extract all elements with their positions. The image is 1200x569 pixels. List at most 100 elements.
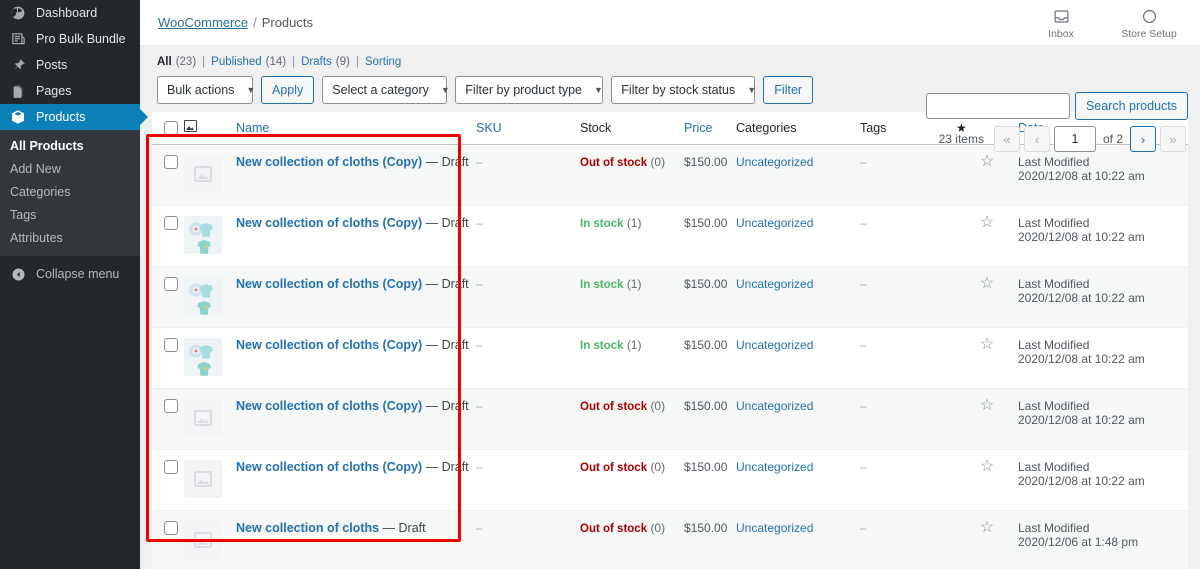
row-thumbnail-cell [184, 449, 236, 511]
featured-star-icon[interactable]: ☆ [980, 153, 994, 170]
row-featured-cell: ☆ [956, 510, 1018, 569]
bulk-actions-select[interactable]: Bulk actions ▼ [157, 76, 255, 104]
header-sku[interactable]: SKU [476, 112, 580, 145]
product-name-link[interactable]: New collection of cloths (Copy) — Draft [236, 155, 469, 169]
inbox-button[interactable]: Inbox [1032, 5, 1090, 40]
search-input[interactable] [925, 93, 1070, 119]
submenu-item-add-new[interactable]: Add New [0, 158, 140, 181]
row-checkbox[interactable] [164, 399, 178, 413]
table-row[interactable]: New collection of cloths (Copy) — Draft –… [152, 449, 1188, 511]
featured-star-icon[interactable]: ☆ [980, 458, 994, 475]
featured-star-icon[interactable]: ☆ [980, 519, 994, 536]
status-filter-published[interactable]: Published [211, 56, 262, 68]
product-name-link[interactable]: New collection of cloths (Copy) — Draft [236, 460, 469, 474]
row-featured-cell: ☆ [956, 205, 1018, 267]
product-status-label: — Draft [425, 277, 469, 291]
breadcrumb-link-woocommerce[interactable]: WooCommerce [158, 15, 248, 30]
search-products-button[interactable]: Search products [1074, 92, 1188, 120]
sidebar-item-dashboard[interactable]: Dashboard [0, 0, 140, 26]
tags-value: – [860, 521, 867, 535]
search-products-label: Search products [1085, 99, 1177, 113]
collapse-menu-button[interactable]: Collapse menu [0, 256, 140, 292]
stock-count: (0) [650, 155, 666, 169]
sidebar-item-posts[interactable]: Posts [0, 52, 140, 78]
row-checkbox[interactable] [164, 216, 178, 230]
status-separator: | [292, 56, 296, 68]
row-categories-cell: Uncategorized [736, 144, 860, 206]
row-checkbox[interactable] [164, 155, 178, 169]
sidebar-item-products[interactable]: Products [0, 104, 140, 130]
category-link[interactable]: Uncategorized [736, 338, 813, 352]
category-link[interactable]: Uncategorized [736, 155, 813, 169]
prev-page-button[interactable]: ‹ [1023, 126, 1050, 152]
row-thumbnail-cell [184, 327, 236, 389]
row-tags-cell: – [860, 388, 956, 450]
tags-value: – [860, 216, 867, 230]
product-name-link[interactable]: New collection of cloths (Copy) — Draft [236, 399, 469, 413]
submenu-item-all-products[interactable]: All Products [0, 135, 140, 158]
product-name-link[interactable]: New collection of cloths — Draft [236, 521, 426, 535]
first-page-button[interactable]: « [993, 126, 1020, 152]
row-checkbox[interactable] [164, 338, 178, 352]
last-page-button[interactable]: » [1160, 126, 1186, 152]
store-setup-button[interactable]: Store Setup [1120, 5, 1178, 40]
product-thumbnail-placeholder [184, 460, 222, 498]
sku-value: – [476, 521, 483, 535]
status-filter-drafts[interactable]: Drafts [301, 56, 332, 68]
row-thumbnail-cell [184, 510, 236, 569]
header-name[interactable]: Name [236, 112, 476, 145]
submenu-item-tags[interactable]: Tags [0, 204, 140, 227]
product-status-label: — Draft [425, 399, 469, 413]
sorting-link[interactable]: Sorting [365, 56, 401, 68]
store-setup-circle-icon [1141, 7, 1158, 26]
category-link[interactable]: Uncategorized [736, 277, 813, 291]
apply-button[interactable]: Apply [261, 76, 315, 104]
pages-icon [9, 82, 27, 100]
featured-star-icon[interactable]: ☆ [980, 214, 994, 231]
table-row[interactable]: New collection of cloths (Copy) — Draft –… [152, 327, 1188, 389]
sidebar-item-pages[interactable]: Pages [0, 78, 140, 104]
select-all-checkbox[interactable] [164, 120, 178, 135]
featured-star-icon[interactable]: ☆ [980, 275, 994, 292]
date-label: Last Modified [1018, 399, 1090, 413]
product-name-link[interactable]: New collection of cloths (Copy) — Draft [236, 338, 469, 352]
category-link[interactable]: Uncategorized [736, 460, 813, 474]
next-page-button[interactable]: › [1130, 126, 1156, 152]
sidebar-item-label: Pro Bulk Bundle [36, 32, 126, 46]
submenu-item-attributes[interactable]: Attributes [0, 227, 140, 250]
row-featured-cell: ☆ [956, 266, 1018, 328]
table-row[interactable]: New collection of cloths (Copy) — Draft –… [152, 266, 1188, 328]
product-name-link[interactable]: New collection of cloths (Copy) — Draft [236, 277, 469, 291]
product-name-link[interactable]: New collection of cloths (Copy) — Draft [236, 216, 469, 230]
featured-star-icon[interactable]: ☆ [980, 336, 994, 353]
stock-status-select[interactable]: Filter by stock status ▼ [611, 76, 756, 104]
row-sku-cell: – [476, 327, 580, 389]
header-price[interactable]: Price [684, 112, 736, 145]
thumbnail-header [184, 112, 236, 145]
products-table: Name SKU Stock Price Categories Tags ★ D… [152, 112, 1188, 569]
table-row[interactable]: New collection of cloths (Copy) — Draft –… [152, 144, 1188, 206]
row-checkbox[interactable] [164, 277, 178, 291]
submenu-item-categories[interactable]: Categories [0, 181, 140, 204]
category-link[interactable]: Uncategorized [736, 399, 813, 413]
table-row[interactable]: New collection of cloths (Copy) — Draft –… [152, 388, 1188, 450]
row-select-cell [152, 327, 184, 389]
row-checkbox[interactable] [164, 521, 178, 535]
category-select[interactable]: Select a category ▼ [322, 76, 450, 104]
row-tags-cell: – [860, 266, 956, 328]
featured-star-icon[interactable]: ☆ [980, 397, 994, 414]
row-checkbox[interactable] [164, 460, 178, 474]
header-categories: Categories [736, 112, 860, 145]
status-filter-all[interactable]: All [157, 56, 172, 68]
current-page-input[interactable]: 1 [1053, 126, 1096, 152]
category-link[interactable]: Uncategorized [736, 216, 813, 230]
table-row[interactable]: New collection of cloths — Draft – Out of … [152, 510, 1188, 569]
price-value: $150.00 [684, 155, 728, 169]
product-type-select[interactable]: Filter by product type ▼ [455, 76, 604, 104]
filter-button[interactable]: Filter [763, 76, 814, 104]
date-value: 2020/12/08 at 10:22 am [1018, 169, 1145, 183]
status-count-drafts: (9) [335, 56, 350, 68]
category-link[interactable]: Uncategorized [736, 521, 813, 535]
table-row[interactable]: New collection of cloths (Copy) — Draft –… [152, 205, 1188, 267]
sidebar-item-pro-bulk-bundle[interactable]: Pro Bulk Bundle [0, 26, 140, 52]
